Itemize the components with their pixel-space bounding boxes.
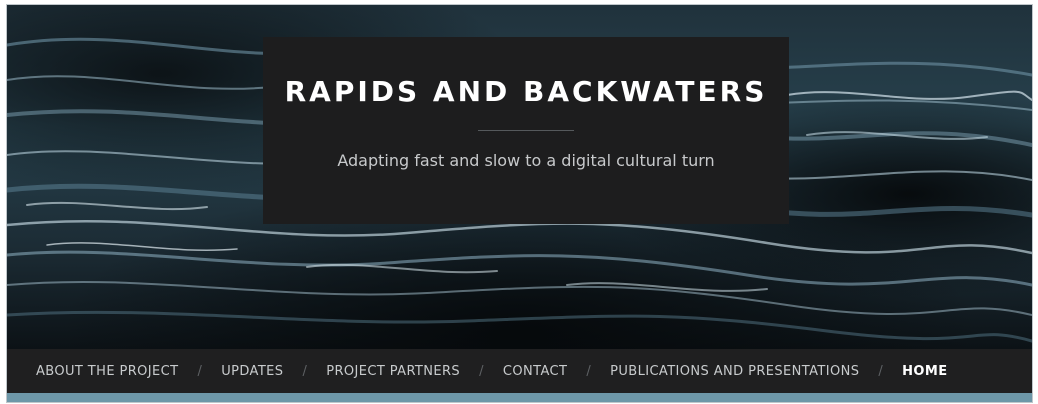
nav-separator: / (878, 363, 884, 379)
site-branding-box: RAPIDS AND BACKWATERS Adapting fast and … (263, 37, 789, 224)
nav-item-updates[interactable]: UPDATES (221, 364, 283, 379)
main-navigation: ABOUT THE PROJECT / UPDATES / PROJECT PA… (7, 349, 1032, 393)
nav-separator: / (302, 363, 308, 379)
page-frame: RAPIDS AND BACKWATERS Adapting fast and … (6, 4, 1033, 403)
nav-item-project-partners[interactable]: PROJECT PARTNERS (326, 364, 460, 379)
site-tagline: Adapting fast and slow to a digital cult… (337, 151, 715, 170)
header-hero: RAPIDS AND BACKWATERS Adapting fast and … (7, 5, 1032, 349)
nav-separator: / (586, 363, 592, 379)
nav-separator: / (479, 363, 484, 379)
site-title[interactable]: RAPIDS AND BACKWATERS (263, 37, 789, 108)
nav-item-contact[interactable]: CONTACT (503, 364, 567, 379)
nav-separator: / (197, 363, 203, 379)
accent-bar (7, 393, 1032, 402)
nav-item-home[interactable]: HOME (902, 364, 947, 379)
nav-item-about-the-project[interactable]: ABOUT THE PROJECT (36, 364, 178, 379)
nav-item-publications-and-presentations[interactable]: PUBLICATIONS AND PRESENTATIONS (610, 364, 859, 379)
title-divider (478, 130, 574, 131)
